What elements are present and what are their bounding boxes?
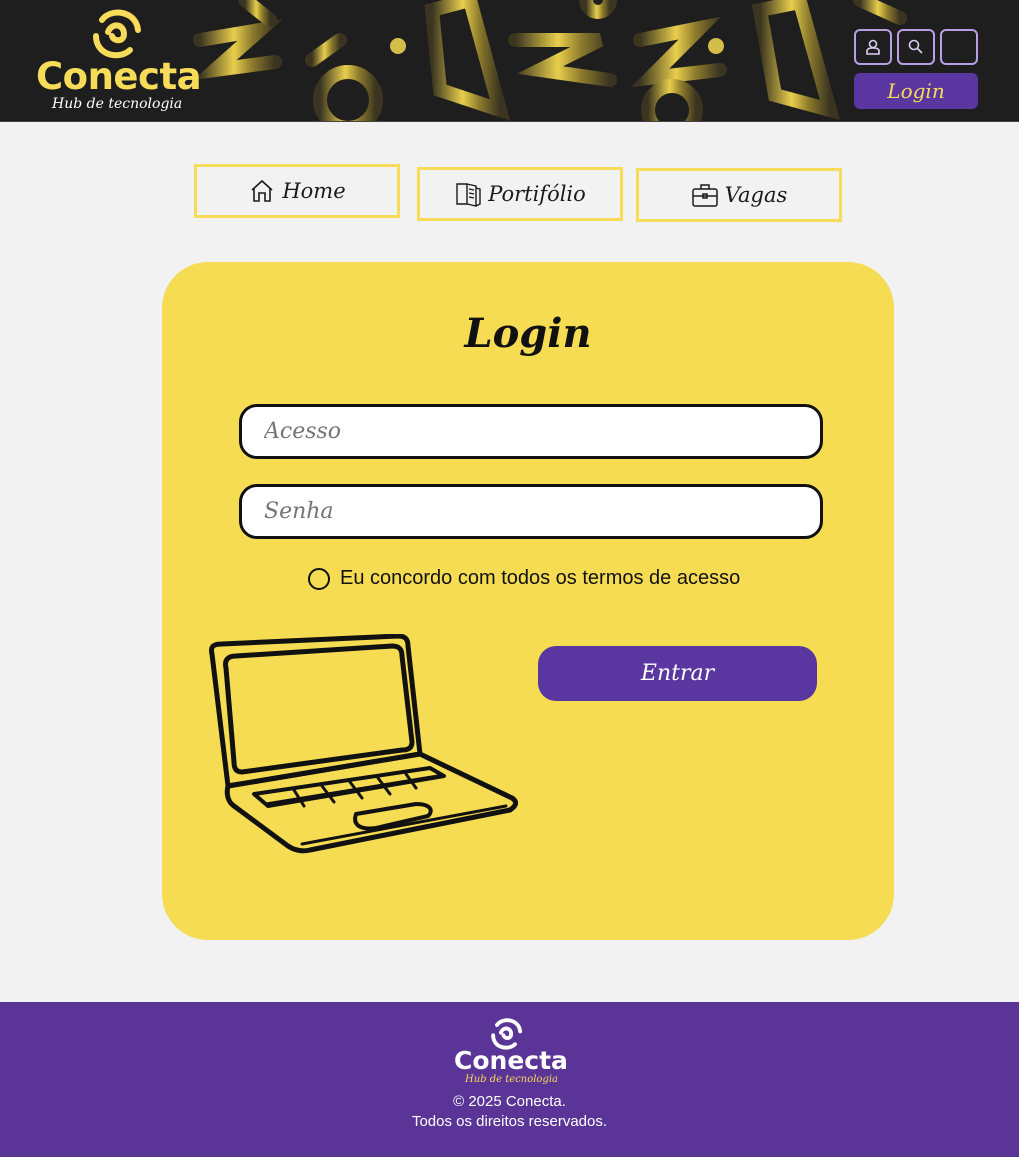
search-button[interactable] [897,29,935,65]
user-button[interactable] [854,29,892,65]
password-input[interactable] [239,484,823,539]
submit-button[interactable]: Entrar [538,646,817,701]
terms-label: Eu concordo com todos os termos de acess… [340,567,741,589]
nav-item-home[interactable]: Home [194,164,400,218]
footer-copyright: © 2025 Conecta. [453,1093,566,1110]
nav-label-home: Home [282,179,346,203]
terms-radio[interactable] [308,567,330,590]
nav-item-portfolio[interactable]: Portifólio [417,167,623,221]
footer-tagline: Hub de tecnologia [465,1074,559,1085]
footer-wordmark: Conecta [454,1046,568,1075]
login-card: Login Eu concordo com todos os termos de… [162,262,894,940]
nav-label-portfolio: Portifólio [488,182,586,206]
portfolio-icon [456,183,481,207]
header-login-button[interactable]: Login [854,73,978,109]
site-footer: Conecta Hub de tecnologia © 2025 Conecta… [0,1002,1019,1157]
header-logo[interactable]: Conecta Hub de tecnologia [36,8,202,118]
conecta-logo-icon [93,9,141,59]
briefcase-icon [692,184,718,207]
nav-label-vagas: Vagas [724,183,788,207]
terms-agreement[interactable]: Eu concordo com todos os termos de acess… [308,567,740,590]
search-icon [908,39,923,54]
empty-header-button[interactable] [940,29,978,65]
footer-rights: Todos os direitos reservados. [411,1113,608,1130]
footer-logo: Conecta Hub de tecnologia [454,1017,568,1089]
access-input[interactable] [239,404,823,459]
user-icon [866,39,880,55]
logo-wordmark: Conecta [36,55,202,98]
home-icon [251,179,273,202]
site-header: Conecta Hub de tecnologia Login [0,0,1019,122]
login-title: Login [464,310,592,357]
logo-tagline: Hub de tecnologia [52,96,183,112]
laptop-illustration [209,634,518,854]
nav-item-vagas[interactable]: Vagas [636,168,842,222]
